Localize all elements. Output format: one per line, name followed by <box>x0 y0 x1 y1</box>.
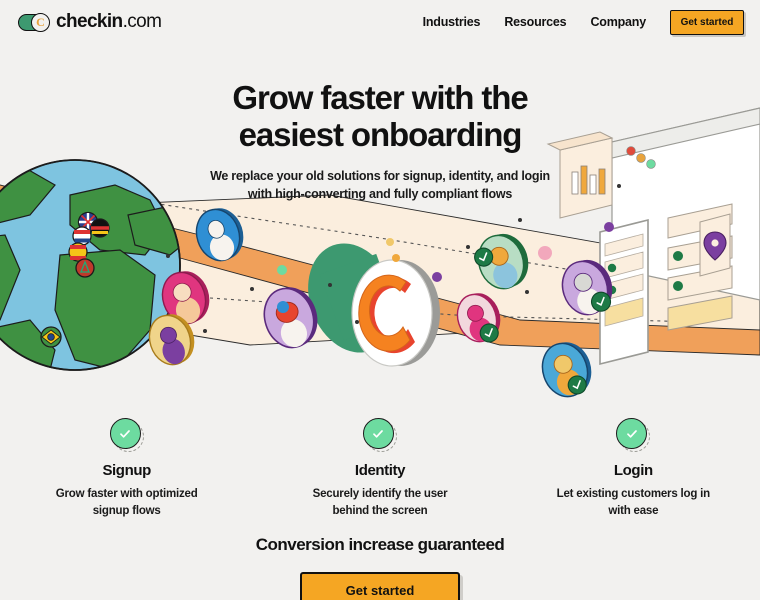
feature-identity: Identity Securely identify the user behi… <box>253 418 506 519</box>
nav-item-company[interactable]: Company <box>590 15 646 29</box>
check-circle-icon <box>616 418 651 452</box>
feature-login: Login Let existing customers log in with… <box>507 418 760 519</box>
nav-item-industries[interactable]: Industries <box>423 15 481 29</box>
feature-desc-line1: Grow faster with optimized <box>55 488 198 500</box>
hero-subtitle-line2: with high-converting and fully compliant… <box>247 187 513 202</box>
feature-signup: Signup Grow faster with optimized signup… <box>0 418 253 519</box>
checkmark-icon <box>120 429 131 438</box>
nav-item-resources[interactable]: Resources <box>504 15 566 29</box>
check-circle-shape <box>109 418 141 449</box>
check-dot-2 <box>673 281 683 291</box>
logo-wordmark: checkin.com <box>56 11 162 33</box>
hero-section: Grow faster with the easiest onboarding … <box>0 79 760 203</box>
feature-desc-line1: Securely identify the user <box>312 488 448 500</box>
logo-c-mark: C <box>31 12 50 32</box>
feature-title: Identity <box>354 462 406 479</box>
logo-suffix: .com <box>122 11 162 32</box>
feature-description: Let existing customers log in with ease <box>507 486 760 519</box>
main-nav: Industries Resources Company Get started <box>423 9 744 35</box>
hero-title-line2: easiest onboarding <box>238 115 523 153</box>
checkin-logo-icon: C <box>18 12 50 32</box>
brand-logo[interactable]: C checkin.com <box>18 11 162 33</box>
feature-title: Signup <box>102 462 151 479</box>
landing-page: C checkin.com Industries Resources Compa… <box>0 0 760 600</box>
feature-desc-line2: behind the screen <box>332 504 428 517</box>
hero-title-line1: Grow faster with the <box>232 79 528 116</box>
feature-description: Grow faster with optimized signup flows <box>0 486 253 519</box>
check-circle-shape <box>362 418 394 449</box>
feature-desc-line2: signup flows <box>92 504 161 517</box>
bottom-get-started-button[interactable]: Get started <box>300 572 460 600</box>
site-header: C checkin.com Industries Resources Compa… <box>0 0 760 44</box>
check-dot-1 <box>673 251 683 261</box>
logo-name: checkin <box>56 11 123 32</box>
checkmark-icon <box>626 429 637 438</box>
check-circle-icon <box>109 418 144 452</box>
feature-title: Login <box>613 462 653 479</box>
bottom-cta-section: Conversion increase guaranteed Get start… <box>0 535 760 600</box>
conversion-headline: Conversion increase guaranteed <box>255 535 505 554</box>
check-circle-icon <box>362 418 397 452</box>
header-get-started-button[interactable]: Get started <box>670 9 744 35</box>
feature-description: Securely identify the user behind the sc… <box>253 486 506 519</box>
features-section: Signup Grow faster with optimized signup… <box>0 418 760 519</box>
page-title: Grow faster with the easiest onboarding <box>0 79 760 154</box>
feature-desc-line1: Let existing customers log in <box>556 488 711 500</box>
feature-desc-line2: with ease <box>608 504 659 517</box>
pin-card <box>699 213 731 277</box>
checkmark-icon <box>373 429 384 438</box>
hero-subtitle: We replace your old solutions for signup… <box>0 167 760 203</box>
hero-subtitle-line1: We replace your old solutions for signup… <box>210 168 550 183</box>
